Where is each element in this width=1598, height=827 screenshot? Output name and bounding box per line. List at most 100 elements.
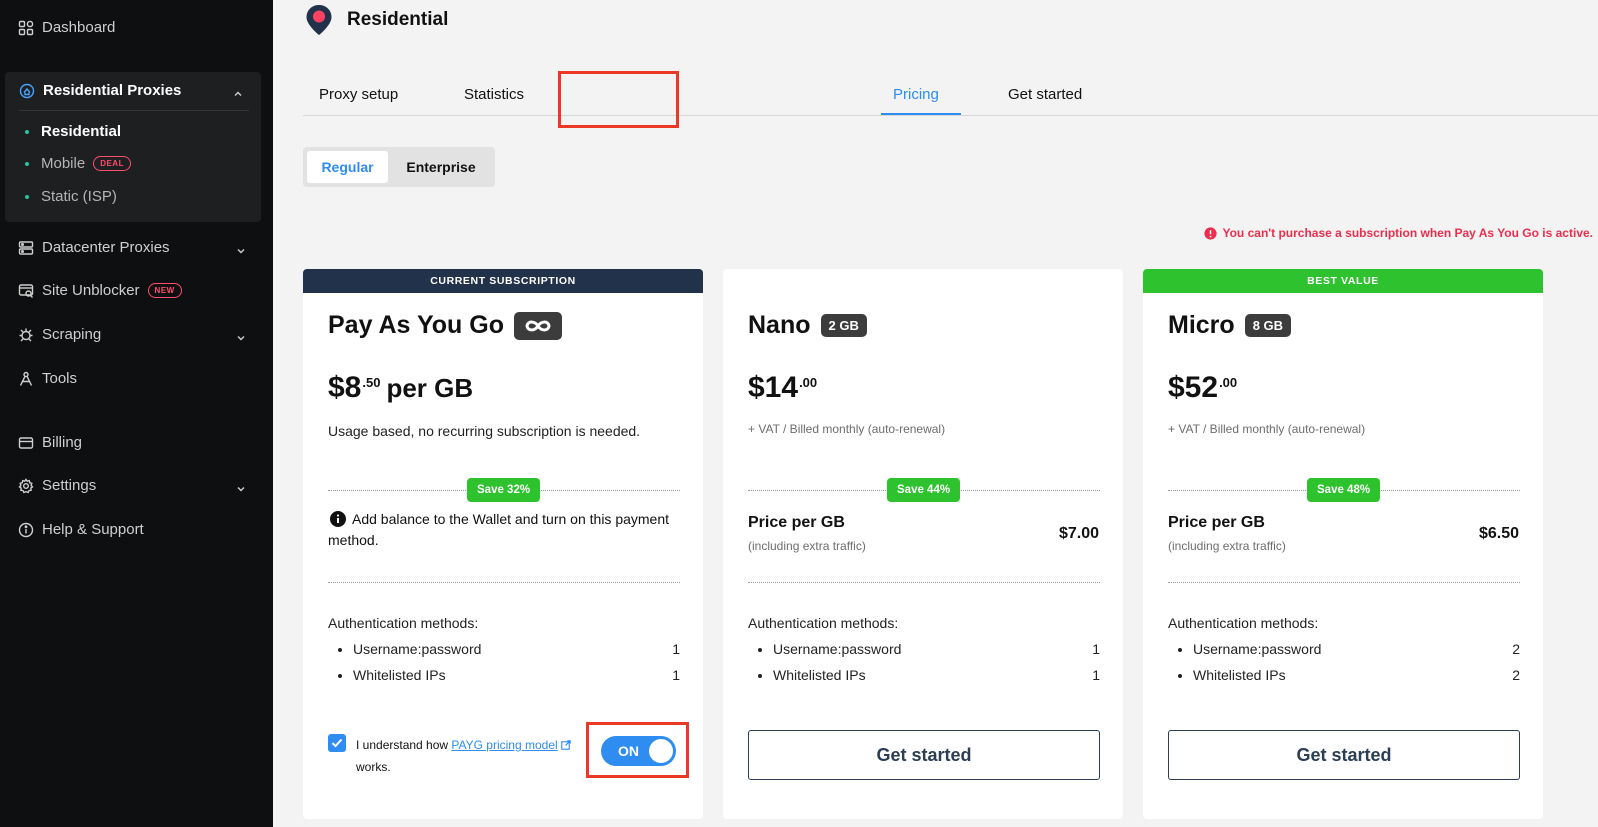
price-per-gb-note: (including extra traffic) xyxy=(748,539,866,553)
micro-get-started-button[interactable]: Get started xyxy=(1168,730,1520,780)
subscription-warning: You can't purchase a subscription when P… xyxy=(1204,226,1593,240)
nano-get-started-button[interactable]: Get started xyxy=(748,730,1100,780)
bullet-icon xyxy=(758,674,762,678)
nav-static-isp-label: Static (ISP) xyxy=(41,188,117,205)
tab-statistics[interactable]: Statistics xyxy=(464,86,524,103)
nav-static-isp[interactable]: Static (ISP) xyxy=(25,188,117,205)
nav-scraping-label: Scraping xyxy=(42,326,102,343)
infinity-icon xyxy=(513,311,562,340)
auth-value: 2 xyxy=(1512,641,1520,657)
chevron-down-icon[interactable] xyxy=(236,330,246,341)
bullet-icon xyxy=(25,161,29,166)
auth-value: 1 xyxy=(672,667,680,683)
nav-help-support[interactable]: Help & Support xyxy=(18,521,144,538)
tab-pricing[interactable]: Pricing xyxy=(893,86,939,103)
bullet-icon xyxy=(25,194,29,199)
nav-tools[interactable]: Tools xyxy=(18,370,77,387)
billing-note: + VAT / Billed monthly (auto-renewal) xyxy=(1168,422,1366,436)
billing-note: + VAT / Billed monthly (auto-renewal) xyxy=(748,422,946,436)
auth-methods-title: Authentication methods: xyxy=(748,615,899,631)
page-title: Residential xyxy=(347,9,449,30)
gear-icon xyxy=(18,477,34,494)
auth-name: Username:password xyxy=(353,641,482,657)
sidebar: Dashboard Residential Proxies Residentia… xyxy=(0,0,273,827)
external-link-icon[interactable] xyxy=(560,740,571,750)
nav-site-unblocker-label: Site Unblocker xyxy=(42,282,140,299)
location-pin-icon xyxy=(306,5,332,35)
info-icon xyxy=(18,522,34,538)
page-header: Residential xyxy=(305,4,448,36)
site-unblocker-icon xyxy=(18,283,34,299)
datacenter-icon xyxy=(18,240,34,256)
nav-billing[interactable]: Billing xyxy=(18,434,82,451)
price-per-gb-label: Price per GB xyxy=(1168,514,1265,531)
nav-help-label: Help & Support xyxy=(42,521,144,538)
plan-price: $8 .50 per GB xyxy=(328,371,473,405)
auth-name: Whitelisted IPs xyxy=(1193,667,1286,683)
nav-mobile[interactable]: Mobile DEAL xyxy=(25,155,131,172)
best-value-banner: BEST VALUE xyxy=(1143,269,1543,293)
residential-proxies-group: Residential Proxies Residential Mobile D… xyxy=(5,72,261,222)
nav-tools-label: Tools xyxy=(42,370,78,387)
bullet-icon xyxy=(1178,648,1182,652)
bullet-icon xyxy=(338,674,342,678)
save-badge: Save 48% xyxy=(1307,478,1381,502)
chevron-up-icon[interactable] xyxy=(233,86,243,96)
checkmark-icon xyxy=(331,738,343,748)
nav-site-unblocker[interactable]: Site Unblocker NEW xyxy=(18,282,182,299)
chevron-down-icon[interactable] xyxy=(236,243,246,254)
nav-datacenter-label: Datacenter Proxies xyxy=(42,239,170,256)
dashboard-icon xyxy=(18,20,34,36)
price-per-gb-label: Price per GB xyxy=(748,514,845,531)
segment-enterprise[interactable]: Enterprise xyxy=(391,151,491,183)
divider xyxy=(748,582,1100,583)
nav-datacenter-proxies[interactable]: Datacenter Proxies xyxy=(18,239,170,256)
bullet-icon xyxy=(1178,674,1182,678)
chevron-down-icon[interactable] xyxy=(236,481,246,492)
plan-name: Nano xyxy=(748,311,811,339)
nav-dashboard[interactable]: Dashboard xyxy=(18,19,115,36)
size-badge: 8 GB xyxy=(1244,314,1292,337)
plan-price: $14 .00 xyxy=(748,371,817,405)
residential-proxies-icon xyxy=(19,83,35,99)
auth-methods-title: Authentication methods: xyxy=(1168,615,1319,631)
nav-settings-label: Settings xyxy=(42,477,97,494)
nav-residential-proxies-label: Residential Proxies xyxy=(43,82,182,99)
understand-text: I understand how PAYG pricing model work… xyxy=(356,734,571,778)
nav-scraping[interactable]: Scraping xyxy=(18,326,101,343)
price-cents: .50 xyxy=(362,375,381,390)
plan-name: Micro xyxy=(1168,311,1235,339)
nav-residential[interactable]: Residential xyxy=(25,123,121,140)
tab-proxy-setup[interactable]: Proxy setup xyxy=(319,86,398,103)
new-badge: NEW xyxy=(147,283,182,298)
divider xyxy=(328,582,680,583)
plan-type-segmented-control: Regular Enterprise xyxy=(303,147,495,187)
payg-pricing-link[interactable]: PAYG pricing model xyxy=(451,738,557,752)
info-icon xyxy=(330,511,346,527)
segment-regular[interactable]: Regular xyxy=(307,151,388,183)
active-tab-indicator xyxy=(881,113,961,115)
price-cents: .00 xyxy=(1219,375,1238,390)
auth-name: Username:password xyxy=(773,641,902,657)
price-main: $14 xyxy=(748,371,799,404)
auth-name: Username:password xyxy=(1193,641,1322,657)
price-per-gb-value: $6.50 xyxy=(1478,525,1519,542)
nav-settings[interactable]: Settings xyxy=(18,477,96,494)
price-cents: .00 xyxy=(799,375,818,390)
plan-card-nano: Nano 2 GB $14 .00 + VAT / Billed monthly… xyxy=(723,269,1123,819)
pricing-tab-highlight xyxy=(558,71,679,128)
alert-icon xyxy=(1204,226,1218,240)
auth-value: 1 xyxy=(1092,641,1100,657)
tab-get-started[interactable]: Get started xyxy=(1008,86,1082,103)
understand-checkbox[interactable] xyxy=(328,734,346,752)
price-main: $8 xyxy=(328,371,362,404)
auth-methods-title: Authentication methods: xyxy=(328,615,479,631)
plan-title: Micro 8 GB xyxy=(1168,311,1292,340)
divider xyxy=(1168,582,1520,583)
auth-value: 1 xyxy=(1092,667,1100,683)
auth-name: Whitelisted IPs xyxy=(773,667,866,683)
nav-residential-proxies[interactable]: Residential Proxies xyxy=(19,82,181,99)
save-badge: Save 44% xyxy=(887,478,961,502)
nav-residential-label: Residential xyxy=(41,123,122,140)
toggle-highlight xyxy=(586,722,689,778)
